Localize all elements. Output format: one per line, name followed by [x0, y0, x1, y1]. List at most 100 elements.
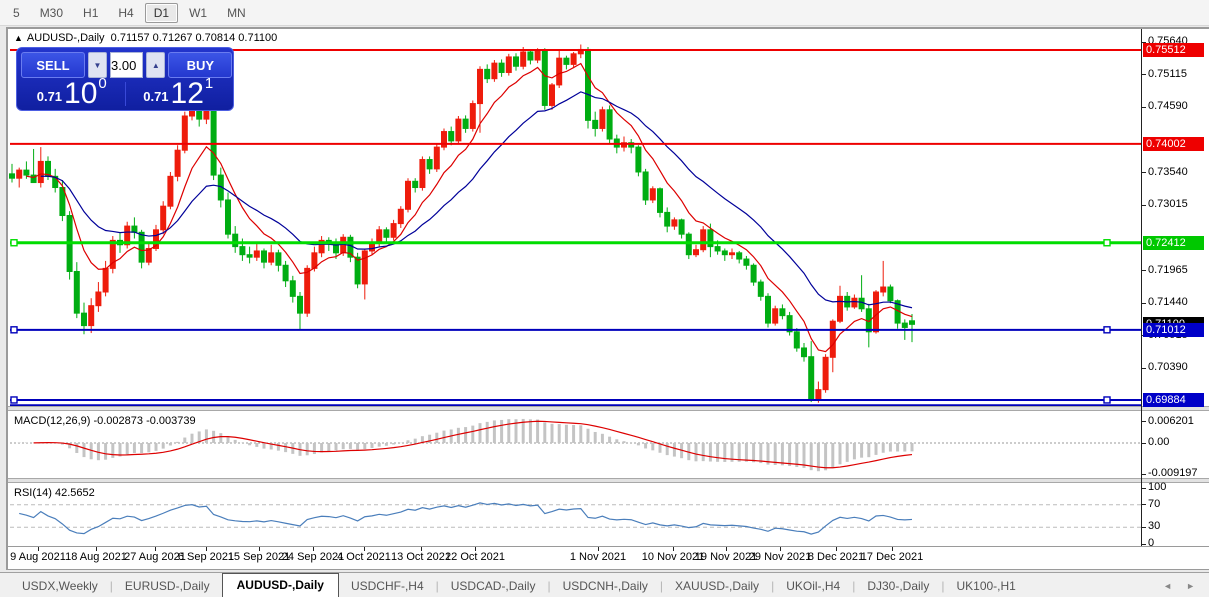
candle-body — [658, 189, 663, 213]
hline-handle[interactable] — [1104, 327, 1110, 333]
tab-scroll-left-icon[interactable]: ◄ — [1163, 581, 1172, 591]
candle-body — [542, 51, 547, 106]
candle-body — [240, 247, 245, 255]
timeframe-button-d1[interactable]: D1 — [145, 3, 178, 23]
candle-body — [830, 321, 835, 357]
candle-body — [82, 313, 87, 325]
tab-audusd-daily[interactable]: AUDUSD-,Daily — [222, 573, 339, 597]
sell-button[interactable]: SELL — [21, 52, 85, 78]
candle-body — [694, 250, 699, 255]
candle-body — [478, 69, 483, 103]
candle-body — [665, 212, 670, 226]
timeframe-button-m30[interactable]: M30 — [31, 3, 72, 23]
candle-body — [362, 251, 367, 284]
candle-body — [557, 58, 562, 85]
candle-body — [283, 265, 288, 281]
hline-handle[interactable] — [1104, 397, 1110, 403]
candle-body — [852, 298, 857, 307]
price-flag-071012: 0.71012 — [1143, 323, 1204, 337]
candle-body — [535, 51, 540, 60]
mt4-terminal: { "toolbar": { "timeframes": [ {"label":… — [0, 0, 1209, 597]
candle-body — [766, 296, 771, 323]
tab-uk100-h1[interactable]: UK100-,H1 — [944, 576, 1027, 597]
tab-xauusd-daily[interactable]: XAUUSD-,Daily — [663, 576, 771, 597]
candle-body — [161, 206, 166, 230]
candle-body — [456, 119, 461, 141]
candle-body — [211, 110, 216, 175]
splitter-macd-rsi[interactable] — [8, 478, 1209, 483]
candle-body — [593, 120, 598, 128]
rsi-line — [19, 503, 912, 534]
date-label: 18 Aug 2021 — [65, 551, 127, 563]
price-flag-074002: 0.74002 — [1143, 137, 1204, 151]
candle-body — [506, 57, 511, 73]
timeframe-button-w1[interactable]: W1 — [180, 3, 216, 23]
sell-price-big: 10 — [64, 81, 97, 107]
candle-body — [794, 332, 799, 348]
candle-body — [226, 200, 231, 234]
hline-handle[interactable] — [11, 397, 17, 403]
tab-eurusd-daily[interactable]: EURUSD-,Daily — [113, 576, 222, 597]
candle-body — [586, 49, 591, 120]
candle-body — [168, 176, 173, 206]
macd-tick-label: 0.006201 — [1148, 415, 1194, 427]
candle-body — [269, 253, 274, 262]
price-tick-mark — [1141, 107, 1146, 108]
tab-scroll-right-icon[interactable]: ► — [1186, 581, 1195, 591]
date-label: 29 Nov 2021 — [749, 551, 811, 563]
rsi-tick-mark — [1141, 504, 1146, 505]
candle-body — [780, 309, 785, 316]
candle-body — [449, 132, 454, 141]
hline-handle[interactable] — [11, 327, 17, 333]
date-label: 22 Oct 2021 — [445, 551, 505, 563]
price-tick-label: 0.70390 — [1148, 361, 1188, 373]
candle-body — [874, 292, 879, 332]
candle-body — [650, 189, 655, 200]
timeframe-button-mn[interactable]: MN — [218, 3, 255, 23]
tab-ukoil-h4[interactable]: UKOil-,H4 — [774, 576, 852, 597]
candle-body — [204, 110, 209, 119]
trade-panel-toggle-icon[interactable]: ▲ — [14, 33, 23, 43]
hline-handle[interactable] — [1104, 240, 1110, 246]
date-label: 8 Dec 2021 — [808, 551, 864, 563]
tab-dj30-daily[interactable]: DJ30-,Daily — [855, 576, 941, 597]
macd-tick-label: -0.009197 — [1148, 467, 1198, 479]
rsi-label: RSI(14) 42.5652 — [14, 487, 95, 499]
candle-body — [758, 282, 763, 296]
macd-tick-mark — [1141, 443, 1146, 444]
candle-body — [672, 220, 677, 226]
buy-price[interactable]: 0.71 12 1 — [128, 80, 230, 108]
candle-body — [175, 150, 180, 176]
sell-price[interactable]: 0.71 10 0 — [21, 80, 123, 108]
candle-body — [802, 348, 807, 357]
hline-handle[interactable] — [11, 240, 17, 246]
timeframe-button-h4[interactable]: H4 — [109, 3, 142, 23]
candle-body — [305, 268, 310, 313]
candle-body — [132, 226, 137, 232]
buy-price-sup: 1 — [205, 69, 213, 99]
candle-body — [715, 247, 720, 251]
symbol-name: AUDUSD-,Daily — [27, 32, 105, 44]
splitter-main-macd[interactable] — [8, 406, 1209, 411]
candle-body — [859, 298, 864, 309]
volume-input[interactable]: 3.00 — [110, 52, 143, 78]
rsi-tick-mark — [1141, 544, 1146, 545]
volume-step-up-icon[interactable]: ▲ — [146, 52, 165, 78]
tab-usdcad-daily[interactable]: USDCAD-,Daily — [439, 576, 548, 597]
tab-usdcnh-daily[interactable]: USDCNH-,Daily — [551, 576, 660, 597]
timeframe-button-5[interactable]: 5 — [4, 3, 29, 23]
candle-body — [550, 85, 555, 106]
candle-body — [528, 52, 533, 60]
buy-button[interactable]: BUY — [168, 52, 232, 78]
timeframe-button-h1[interactable]: H1 — [74, 3, 107, 23]
candle-body — [420, 160, 425, 188]
sell-price-sup: 0 — [98, 69, 106, 99]
tab-usdx-weekly[interactable]: USDX,Weekly — [10, 576, 110, 597]
candle-body — [391, 224, 396, 238]
candle-body — [233, 234, 238, 246]
candle-body — [492, 63, 497, 79]
candle-body — [24, 170, 29, 175]
candle-body — [910, 321, 915, 325]
rsi-tick-mark — [1141, 527, 1146, 528]
tab-usdchf-h4[interactable]: USDCHF-,H4 — [339, 576, 436, 597]
